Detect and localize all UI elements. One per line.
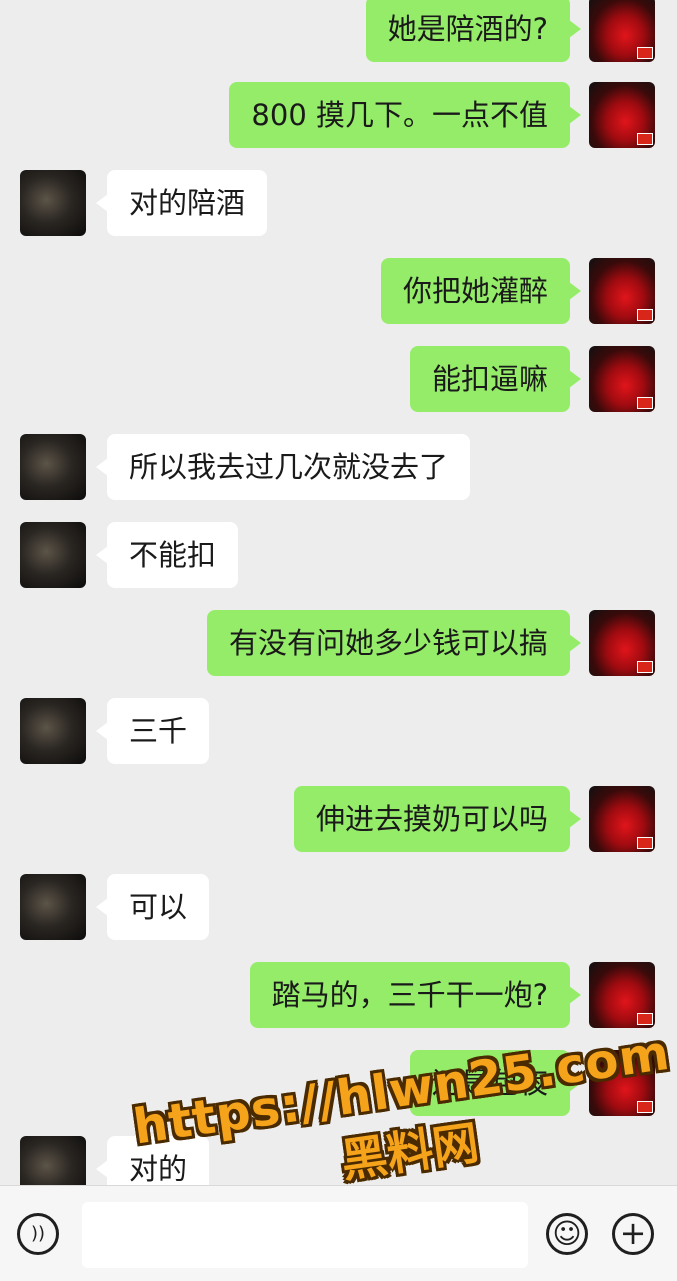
message-row-peer: 对的陪酒: [0, 170, 677, 240]
avatar-self[interactable]: [589, 786, 655, 852]
message-row-self: 800 摸几下。一点不值: [0, 82, 677, 152]
avatar-peer[interactable]: [20, 434, 86, 500]
message-row-self: 你把她灌醉: [0, 258, 677, 328]
avatar-self[interactable]: [589, 1050, 655, 1116]
avatar-peer[interactable]: [20, 874, 86, 940]
message-bubble-peer[interactable]: 不能扣: [95, 522, 239, 588]
chat-message-list[interactable]: 她是陪酒的? 800 摸几下。一点不值 对的陪酒 你把她灌醉 能扣逼嘛 所以我去…: [0, 0, 677, 1185]
message-bubble-self[interactable]: 800 摸几下。一点不值: [229, 82, 581, 148]
message-row-peer: 三千: [0, 698, 677, 768]
emoji-icon[interactable]: ☺: [546, 1213, 588, 1255]
message-bubble-peer[interactable]: 所以我去过几次就没去了: [95, 434, 471, 500]
message-row-peer: 对的: [0, 1136, 677, 1185]
avatar-self[interactable]: [589, 346, 655, 412]
avatar-peer[interactable]: [20, 1136, 86, 1185]
message-input[interactable]: [82, 1202, 528, 1268]
avatar-peer[interactable]: [20, 170, 86, 236]
input-bar: )) ☺ +: [0, 1185, 677, 1281]
message-row-self: 伸进去摸奶可以吗: [0, 786, 677, 856]
message-bubble-self[interactable]: 踏马的，三千干一炮?: [249, 962, 582, 1028]
message-bubble-self[interactable]: 有没有问她多少钱可以搞: [206, 610, 582, 676]
message-row-self: 她是陪酒的?: [0, 0, 677, 66]
avatar-self[interactable]: [589, 82, 655, 148]
message-bubble-peer[interactable]: 三千: [95, 698, 210, 764]
message-row-peer: 不能扣: [0, 522, 677, 592]
message-bubble-self[interactable]: 她是陪酒的?: [365, 0, 582, 62]
message-row-peer: 所以我去过几次就没去了: [0, 434, 677, 504]
message-row-peer: 可以: [0, 874, 677, 944]
message-bubble-self[interactable]: 还是包夜: [409, 1050, 582, 1116]
message-row-self: 有没有问她多少钱可以搞: [0, 610, 677, 680]
message-row-self: 能扣逼嘛: [0, 346, 677, 416]
message-bubble-self[interactable]: 能扣逼嘛: [409, 346, 582, 412]
message-row-self: 还是包夜: [0, 1050, 677, 1120]
voice-icon[interactable]: )): [17, 1213, 59, 1255]
message-bubble-peer[interactable]: 可以: [95, 874, 210, 940]
avatar-peer[interactable]: [20, 522, 86, 588]
avatar-self[interactable]: [589, 258, 655, 324]
avatar-self[interactable]: [589, 0, 655, 62]
message-bubble-self[interactable]: 伸进去摸奶可以吗: [293, 786, 582, 852]
message-row-self: 踏马的，三千干一炮?: [0, 962, 677, 1032]
avatar-self[interactable]: [589, 962, 655, 1028]
avatar-self[interactable]: [589, 610, 655, 676]
message-bubble-self[interactable]: 你把她灌醉: [380, 258, 582, 324]
message-bubble-peer[interactable]: 对的: [95, 1136, 210, 1185]
plus-icon[interactable]: +: [612, 1213, 654, 1255]
message-bubble-peer[interactable]: 对的陪酒: [95, 170, 268, 236]
avatar-peer[interactable]: [20, 698, 86, 764]
